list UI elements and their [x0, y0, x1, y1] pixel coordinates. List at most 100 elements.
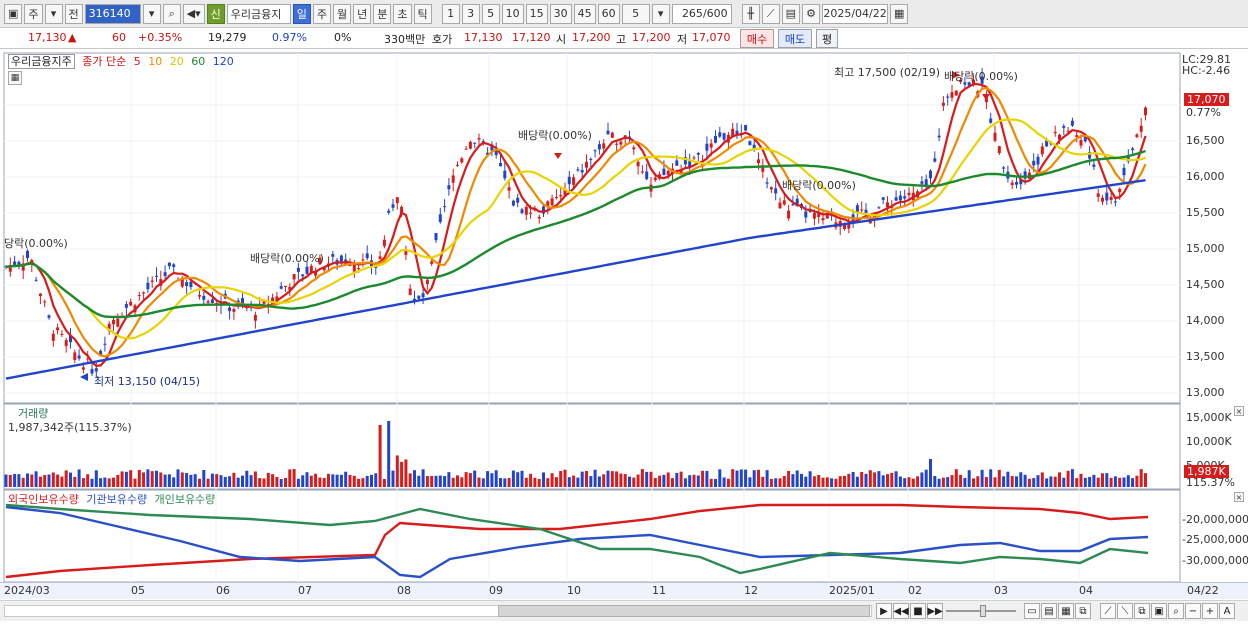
volume-bar: [172, 477, 176, 487]
volume-bar: [400, 461, 404, 487]
volume-bar: [481, 478, 485, 487]
minute-60-button[interactable]: 60: [597, 3, 620, 24]
minute-45-button[interactable]: 45: [573, 3, 596, 24]
volume-bar: [834, 478, 838, 487]
volume-bar: [38, 476, 42, 487]
volume-bar: [757, 469, 760, 487]
speaker-icon[interactable]: ◀▾: [182, 3, 205, 24]
avg-button[interactable]: 평: [816, 29, 838, 48]
search-icon[interactable]: ⌕: [162, 3, 181, 24]
ma-title: 종가 단순: [82, 55, 127, 68]
draw-tool-icon[interactable]: ⟋: [761, 3, 780, 24]
volume-bar: [843, 475, 846, 487]
volume-bar: [954, 469, 958, 487]
volume-bar: [374, 473, 378, 487]
volume-bar: [499, 478, 502, 487]
minute-5-button[interactable]: 5: [481, 3, 500, 24]
date-field[interactable]: 2025/04/22: [822, 3, 889, 24]
copy-icon[interactable]: ⧉: [1134, 603, 1150, 619]
volume-bar: [236, 477, 240, 487]
minute-15-button[interactable]: 15: [525, 3, 548, 24]
volume-bar: [503, 478, 507, 487]
stock-name-label[interactable]: 우리금융지주: [8, 54, 75, 69]
trend-tool-2-icon[interactable]: ⟍: [1117, 603, 1133, 619]
volume-bar: [542, 472, 545, 487]
layout-3-icon[interactable]: ▦: [1058, 603, 1074, 619]
scroll-right-icon[interactable]: ▶: [876, 603, 892, 619]
volume-bar: [193, 474, 197, 487]
magnifier-icon[interactable]: ⌕: [1168, 603, 1184, 619]
candle-body: [993, 132, 997, 141]
volume-tick-10000k: 10,000K: [1186, 435, 1232, 448]
layout-2-icon[interactable]: ▤: [1041, 603, 1057, 619]
volume-bar: [1019, 472, 1023, 487]
candle-body: [451, 175, 455, 183]
new-badge[interactable]: 신: [206, 3, 225, 24]
volume-bar: [133, 478, 137, 487]
volume-bar: [855, 476, 859, 487]
volume-close-icon[interactable]: ×: [1234, 406, 1244, 416]
period-year-tab[interactable]: 년: [353, 3, 372, 24]
period-day-tab[interactable]: 일: [292, 3, 311, 24]
chart-menu-icon[interactable]: ▣: [4, 3, 23, 24]
volume-bar: [898, 476, 902, 487]
volume-bar: [606, 470, 610, 487]
candle-body: [757, 159, 760, 164]
interval-dropdown-icon[interactable]: ▾: [44, 3, 63, 24]
grid-toggle-icon[interactable]: ▦: [8, 71, 22, 85]
minute-3-button[interactable]: 3: [461, 3, 480, 24]
volume-bar: [666, 472, 670, 487]
stop-icon[interactable]: ■: [910, 603, 926, 619]
layout-1-icon[interactable]: ▭: [1024, 603, 1040, 619]
zoom-out-icon[interactable]: −: [1185, 603, 1201, 619]
volume-bar: [1135, 475, 1139, 487]
code-dropdown-icon[interactable]: ▾: [142, 3, 161, 24]
stock-code-input[interactable]: 316140: [84, 3, 141, 24]
minute-30-button[interactable]: 30: [549, 3, 572, 24]
buy-button[interactable]: 매수: [740, 29, 774, 48]
minute-10-button[interactable]: 10: [501, 3, 524, 24]
scroll-thumb[interactable]: [498, 605, 870, 617]
price-tick-14000: 14,000: [1186, 314, 1225, 327]
count-field[interactable]: 265 /600: [671, 3, 732, 24]
high-price: 17,200: [632, 31, 671, 44]
stock-name-field[interactable]: 우리금융지: [226, 3, 291, 24]
holdings-close-icon[interactable]: ×: [1234, 492, 1244, 502]
prev-button[interactable]: 전: [64, 3, 83, 24]
trend-tool-icon[interactable]: ⟋: [1100, 603, 1116, 619]
volume-bar: [524, 477, 528, 487]
layout-4-icon[interactable]: ⧉: [1075, 603, 1091, 619]
volume-bar: [47, 474, 51, 487]
period-week-tab[interactable]: 주: [312, 3, 332, 24]
candle-body: [511, 200, 515, 206]
chart-area[interactable]: 우리금융지주 종가 단순 5 10 20 60 120 ▦ LC:29.81 H…: [0, 49, 1248, 621]
gear-icon[interactable]: ⚙: [802, 3, 821, 24]
save-icon[interactable]: ▤: [781, 3, 801, 24]
period-tick-tab[interactable]: 틱: [413, 3, 432, 24]
candle-type-icon[interactable]: ╫: [741, 3, 760, 24]
minute-1-button[interactable]: 1: [441, 3, 460, 24]
volume-bar: [430, 475, 434, 487]
period-month-tab[interactable]: 월: [333, 3, 352, 24]
calendar-icon[interactable]: ▦: [890, 3, 909, 24]
individual-holdings-label: 개인보유수량: [154, 493, 216, 506]
candle-body: [51, 333, 55, 341]
sell-button[interactable]: 매도: [778, 29, 812, 48]
price-tick-16500: 16,500: [1186, 134, 1225, 147]
minute-value-select[interactable]: 5: [621, 3, 650, 24]
low-annotation: 최저 13,150 (04/15): [94, 375, 201, 388]
minute-dropdown-icon[interactable]: ▾: [651, 3, 670, 24]
volume-tick-15000k: 15,000K: [1186, 411, 1232, 424]
font-size-icon[interactable]: A: [1219, 603, 1235, 619]
zoom-slider-handle[interactable]: [980, 605, 986, 617]
volume-bar: [830, 478, 834, 487]
scroll-end-icon[interactable]: ▶▶: [927, 603, 943, 619]
interval-select[interactable]: 주: [24, 3, 43, 24]
image-icon[interactable]: ▣: [1151, 603, 1167, 619]
period-minute-tab[interactable]: 분: [373, 3, 392, 24]
scroll-start-icon[interactable]: ◀◀: [893, 603, 909, 619]
zoom-in-icon[interactable]: +: [1202, 603, 1218, 619]
period-second-tab[interactable]: 초: [393, 3, 412, 24]
chart-scrollbar[interactable]: ▶ ◀◀ ■ ▶▶ ▭ ▤ ▦ ⧉ ⟋ ⟍ ⧉ ▣ ⌕ − + A: [0, 600, 1248, 621]
candle-body: [47, 315, 51, 318]
